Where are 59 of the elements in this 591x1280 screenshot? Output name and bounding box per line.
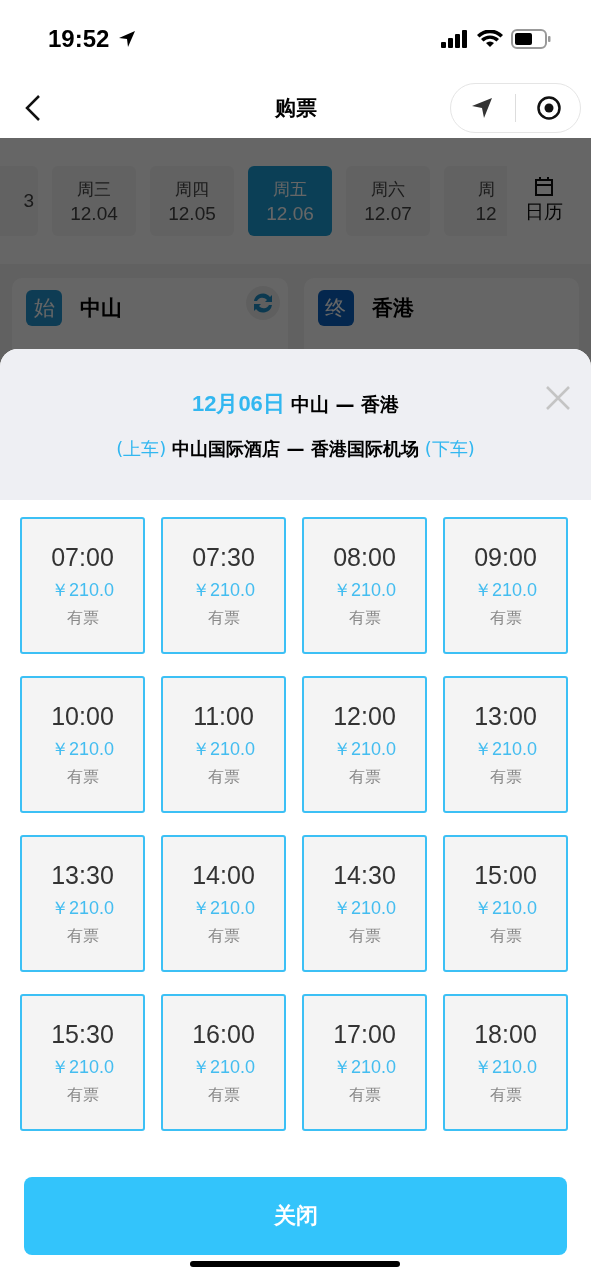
departure-time: 15:00	[474, 860, 537, 890]
station-badge: 始	[26, 290, 62, 326]
ticket-price: ￥210.0	[50, 1055, 114, 1079]
ticket-price: ￥210.0	[50, 737, 114, 761]
ticket-price: ￥210.0	[191, 1055, 255, 1079]
departure-time: 14:30	[333, 860, 396, 890]
ticket-price: ￥210.0	[191, 578, 255, 602]
ticket-status: 有票	[489, 607, 522, 629]
ticket-status: 有票	[207, 1084, 240, 1106]
departure-time: 10:00	[51, 701, 114, 731]
departure-time: 09:00	[474, 542, 537, 572]
departure-time: 15:30	[51, 1019, 114, 1049]
ticket-price: ￥210.0	[332, 1055, 396, 1079]
ticket-price: ￥210.0	[191, 737, 255, 761]
ticket-price: ￥210.0	[332, 737, 396, 761]
ticket-price: ￥210.0	[473, 737, 537, 761]
departure-time: 12:00	[333, 701, 396, 731]
ticket-status: 有票	[207, 925, 240, 947]
ticket-price: ￥210.0	[191, 896, 255, 920]
departure-time: 14:00	[192, 860, 255, 890]
ticket-status: 有票	[348, 1084, 381, 1106]
ticket-status: 有票	[489, 766, 522, 788]
ticket-status: 有票	[489, 1084, 522, 1106]
ticket-price: ￥210.0	[50, 578, 114, 602]
ticket-price: ￥210.0	[473, 1055, 537, 1079]
station-badge: 终	[317, 290, 354, 326]
ticket-price: ￥210.0	[332, 578, 396, 602]
travel-date: 12月06日	[191, 389, 285, 418]
status-time: 19:52	[48, 25, 110, 53]
page-title: 购票	[273, 95, 318, 122]
ticket-status: 有票	[207, 607, 240, 629]
ticket-price: ￥210.0	[473, 896, 537, 920]
city-name: 中山	[80, 295, 122, 322]
ticket-status: 有票	[66, 766, 99, 788]
departure-time: 16:00	[192, 1019, 255, 1049]
city-name: 香港	[371, 295, 414, 322]
ticket-status: 有票	[348, 925, 381, 947]
ticket-price: ￥210.0	[332, 896, 396, 920]
departure-time: 07:00	[51, 542, 114, 572]
ticket-price: ￥210.0	[50, 896, 114, 920]
route-cities: 中山 — 香港	[290, 391, 400, 417]
departure-time: 17:00	[333, 1019, 396, 1049]
ticket-status: 有票	[348, 607, 381, 629]
ticket-status: 有票	[66, 607, 99, 629]
alighting-tag: (下车)	[424, 436, 475, 461]
ticket-status: 有票	[66, 1084, 99, 1106]
ticket-status: 有票	[207, 766, 240, 788]
route-stops: 中山国际酒店 — 香港国际机场	[172, 436, 419, 461]
departure-time: 18:00	[474, 1019, 537, 1049]
ticket-status: 有票	[66, 925, 99, 947]
departure-time: 11:00	[193, 701, 254, 731]
ticket-status: 有票	[489, 925, 522, 947]
departure-time: 13:30	[51, 860, 114, 890]
departure-time: 13:00	[474, 701, 537, 731]
ticket-price: ￥210.0	[473, 578, 537, 602]
departure-time: 08:00	[333, 542, 396, 572]
boarding-tag: (上车)	[116, 436, 167, 461]
ticket-status: 有票	[348, 766, 381, 788]
departure-time: 07:30	[192, 542, 255, 572]
